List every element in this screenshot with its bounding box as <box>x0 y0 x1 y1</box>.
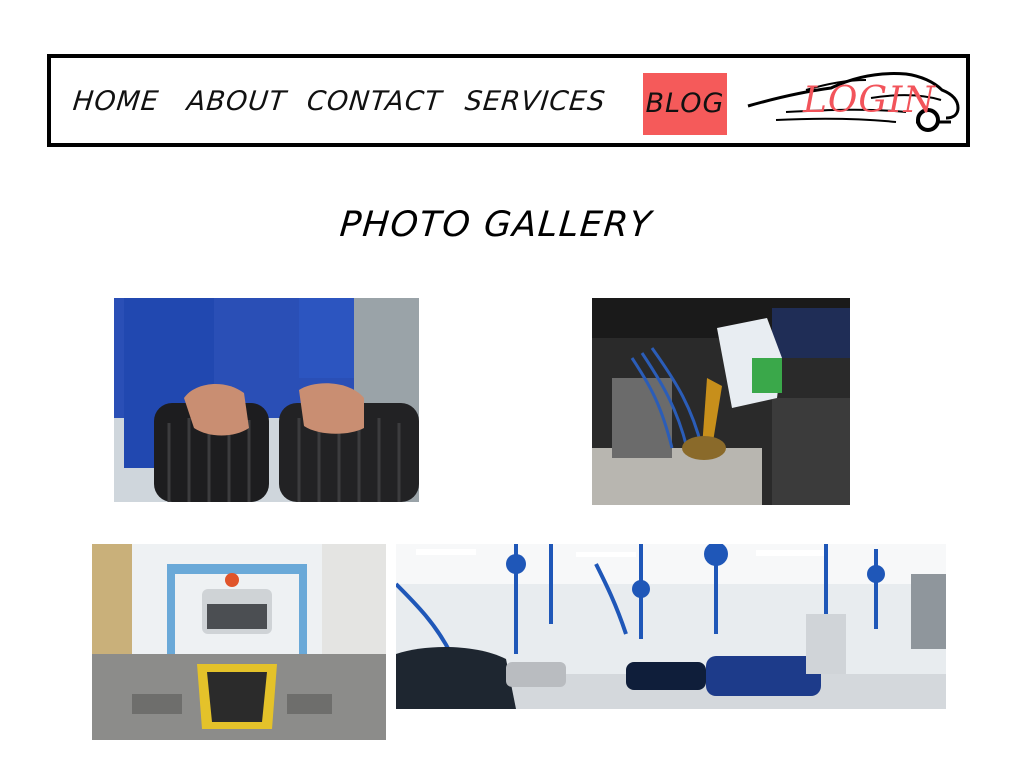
tire-inspection-photo <box>114 298 419 502</box>
nav-home[interactable]: HOME <box>71 82 161 122</box>
nav-contact[interactable]: CONTACT <box>305 82 444 122</box>
main-navigation: HOME ABOUT CONTACT SERVICES BLOG LOGIN <box>47 54 970 147</box>
nav-services[interactable]: SERVICES <box>463 82 608 122</box>
inspection-pit-photo <box>92 544 386 740</box>
gallery-photo-workshop[interactable] <box>396 544 946 709</box>
service-workshop-photo <box>396 544 946 709</box>
login-link[interactable]: LOGIN <box>803 74 936 128</box>
engine-oil-pour-photo <box>592 298 850 505</box>
page-title: PHOTO GALLERY <box>338 205 655 245</box>
nav-blog-active[interactable]: BLOG <box>643 73 727 135</box>
gallery-photo-engine-oil[interactable] <box>592 298 850 505</box>
nav-about[interactable]: ABOUT <box>185 82 289 122</box>
gallery-photo-inspection-pit[interactable] <box>92 544 386 740</box>
gallery-photo-tires[interactable] <box>114 298 419 502</box>
